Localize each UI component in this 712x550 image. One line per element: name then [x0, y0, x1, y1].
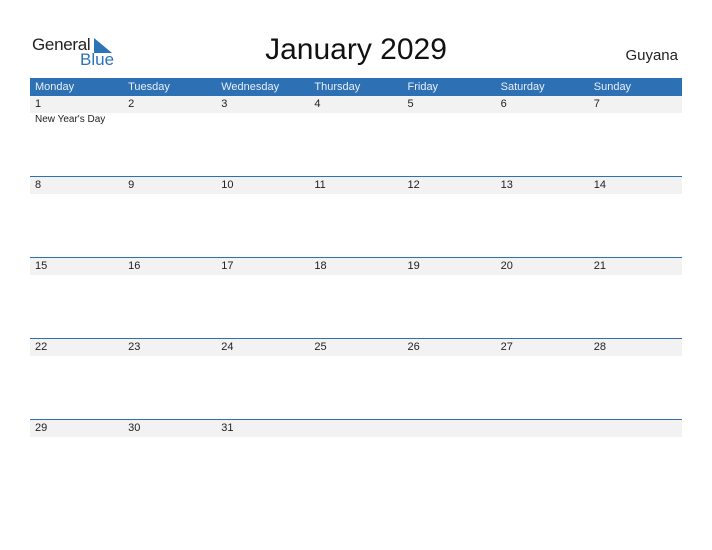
day-number: 7 [593, 98, 600, 110]
day-event [309, 113, 402, 127]
weekday-friday: Friday [407, 81, 439, 93]
day-number: 23 [128, 341, 141, 353]
day-number [589, 420, 682, 437]
day-event [589, 113, 682, 127]
day-number: 22 [35, 341, 48, 353]
day-event [403, 113, 496, 127]
day-number: 25 [314, 341, 327, 353]
week-row: 15 16 17 18 19 20 21 [30, 257, 682, 339]
day-number [496, 420, 589, 437]
day-number: 16 [128, 260, 141, 272]
date-strip: 8 9 10 11 12 13 14 [30, 177, 682, 194]
day-number: 9 [128, 179, 135, 191]
day-number: 24 [221, 341, 234, 353]
day-number: 21 [593, 260, 606, 272]
weekday-saturday: Saturday [500, 81, 545, 93]
week-row: 1 2 3 4 5 6 7 New Year's Day [30, 96, 682, 177]
day-event: New Year's Day [35, 114, 106, 125]
weekday-tuesday: Tuesday [128, 81, 170, 93]
day-number: 14 [593, 179, 606, 191]
week-row: 8 9 10 11 12 13 14 [30, 176, 682, 258]
week-row: 29 30 31 [30, 419, 682, 501]
day-number: 18 [314, 260, 327, 272]
weekday-monday: Monday [35, 81, 75, 93]
day-event [496, 113, 589, 127]
country-label: Guyana [625, 47, 678, 64]
day-number: 1 [35, 98, 42, 110]
day-number: 29 [35, 422, 48, 434]
day-number: 19 [407, 260, 420, 272]
day-number: 11 [314, 179, 326, 191]
day-number: 6 [500, 98, 507, 110]
weekday-thursday: Thursday [314, 81, 361, 93]
weekday-header: Monday Tuesday Wednesday Thursday Friday… [30, 78, 682, 96]
weekday-sunday: Sunday [593, 81, 632, 93]
day-number: 10 [221, 179, 234, 191]
day-number: 8 [35, 179, 42, 191]
date-strip: 29 30 31 [30, 420, 682, 437]
day-number: 27 [500, 341, 513, 353]
day-number: 12 [407, 179, 420, 191]
day-event [123, 113, 216, 127]
week-row: 22 23 24 25 26 27 28 [30, 338, 682, 420]
date-strip: 22 23 24 25 26 27 28 [30, 339, 682, 356]
day-number: 15 [35, 260, 48, 272]
day-number [309, 420, 402, 437]
day-event [216, 113, 309, 127]
day-number: 2 [128, 98, 135, 110]
day-number: 13 [500, 179, 513, 191]
day-number: 31 [221, 422, 234, 434]
day-number: 17 [221, 260, 234, 272]
date-strip: 15 16 17 18 19 20 21 [30, 258, 682, 275]
date-strip: 1 2 3 4 5 6 7 [30, 96, 682, 113]
day-number: 30 [128, 422, 141, 434]
day-number: 5 [407, 98, 414, 110]
day-number: 4 [314, 98, 321, 110]
day-number: 20 [500, 260, 513, 272]
page-title: January 2029 [265, 33, 447, 66]
weekday-wednesday: Wednesday [221, 81, 280, 93]
day-number: 26 [407, 341, 420, 353]
events-row: New Year's Day [30, 113, 682, 127]
day-number [403, 420, 496, 437]
day-number: 28 [593, 341, 606, 353]
day-number: 3 [221, 98, 228, 110]
